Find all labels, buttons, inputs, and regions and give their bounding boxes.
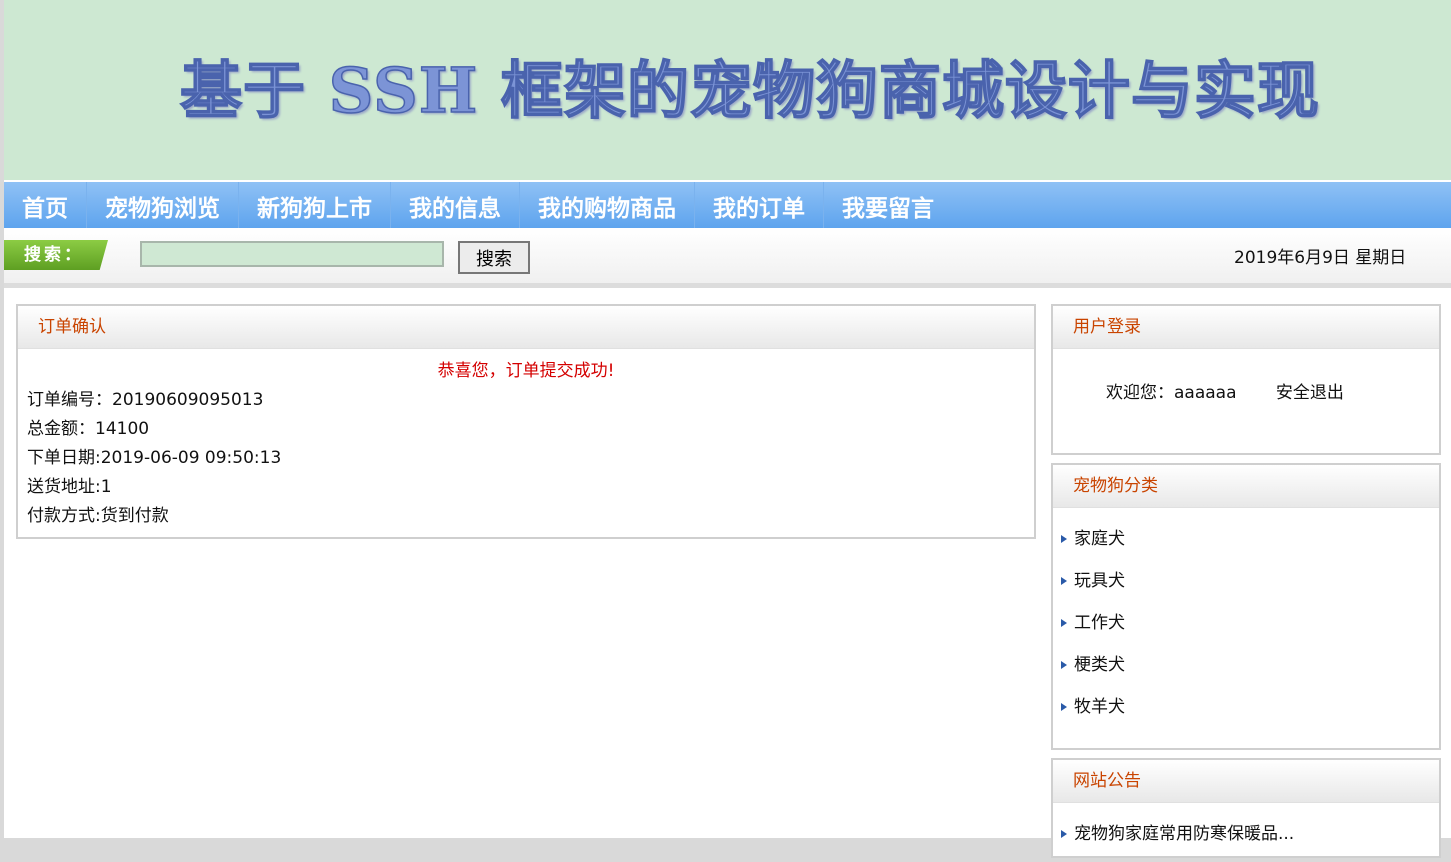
welcome-text: 欢迎您：aaaaaa (1106, 383, 1237, 403)
banner: 基于 SSH 框架的宠物狗商城设计与实现 (4, 0, 1451, 180)
notice-item[interactable]: 宠物狗家庭常用防寒保暖品... (1061, 820, 1439, 862)
nav-item-new[interactable]: 新狗狗上市 (239, 182, 391, 228)
notice-panel: 网站公告 宠物狗家庭常用防寒保暖品... (1051, 758, 1441, 858)
notice-list: 宠物狗家庭常用防寒保暖品... (1053, 803, 1439, 862)
category-panel: 宠物狗分类 家庭犬 玩具犬 工作犬 梗类犬 牧羊犬 (1051, 463, 1441, 750)
order-number: 订单编号：20190609095013 (27, 390, 264, 410)
arrow-bullet-icon (1061, 661, 1067, 669)
order-total: 总金额：14100 (27, 419, 150, 439)
order-confirm-title: 订单确认 (18, 306, 1034, 349)
order-details: 恭喜您，订单提交成功! 订单编号：20190609095013 总金额：1410… (18, 349, 1034, 531)
category-item-working[interactable]: 工作犬 (1061, 609, 1439, 651)
category-item-toy[interactable]: 玩具犬 (1061, 567, 1439, 609)
nav-item-browse[interactable]: 宠物狗浏览 (87, 182, 239, 228)
main-nav: 首页 宠物狗浏览 新狗狗上市 我的信息 我的购物商品 我的订单 我要留言 (4, 182, 1451, 228)
arrow-bullet-icon (1061, 577, 1067, 585)
order-success-message: 恭喜您，订单提交成功! (437, 361, 615, 381)
arrow-bullet-icon (1061, 535, 1067, 543)
logout-link[interactable]: 安全退出 (1276, 383, 1344, 403)
nav-item-my-info[interactable]: 我的信息 (391, 182, 520, 228)
arrow-bullet-icon (1061, 619, 1067, 627)
arrow-bullet-icon (1061, 830, 1067, 838)
login-title: 用户登录 (1053, 306, 1439, 349)
order-payment: 付款方式:货到付款 (27, 506, 169, 526)
nav-item-my-cart[interactable]: 我的购物商品 (520, 182, 695, 228)
order-date: 下单日期:2019-06-09 09:50:13 (27, 448, 282, 468)
notice-title: 网站公告 (1053, 760, 1439, 803)
category-title: 宠物狗分类 (1053, 465, 1439, 508)
order-confirm-panel: 订单确认 恭喜您，订单提交成功! 订单编号：20190609095013 总金额… (16, 304, 1036, 539)
login-panel: 用户登录 欢迎您：aaaaaa 安全退出 (1051, 304, 1441, 455)
login-status: 欢迎您：aaaaaa 安全退出 (1053, 349, 1439, 403)
page: 基于 SSH 框架的宠物狗商城设计与实现 首页 宠物狗浏览 新狗狗上市 我的信息… (4, 0, 1451, 858)
category-item-herding[interactable]: 牧羊犬 (1061, 693, 1439, 735)
site-title: 基于 SSH 框架的宠物狗商城设计与实现 (179, 53, 1320, 128)
search-bar: 搜索： 搜索 2019年6月9日 星期日 (4, 229, 1451, 288)
nav-item-home[interactable]: 首页 (4, 182, 87, 228)
category-item-terrier[interactable]: 梗类犬 (1061, 651, 1439, 693)
category-list: 家庭犬 玩具犬 工作犬 梗类犬 牧羊犬 (1053, 508, 1439, 735)
search-label: 搜索： (4, 240, 108, 270)
current-date: 2019年6月9日 星期日 (1234, 248, 1407, 268)
search-button[interactable]: 搜索 (458, 241, 530, 274)
arrow-bullet-icon (1061, 703, 1067, 711)
nav-item-my-orders[interactable]: 我的订单 (695, 182, 824, 228)
category-item-family[interactable]: 家庭犬 (1061, 525, 1439, 567)
order-address: 送货地址:1 (27, 477, 112, 497)
search-input[interactable] (140, 241, 444, 267)
nav-item-message[interactable]: 我要留言 (824, 182, 952, 228)
